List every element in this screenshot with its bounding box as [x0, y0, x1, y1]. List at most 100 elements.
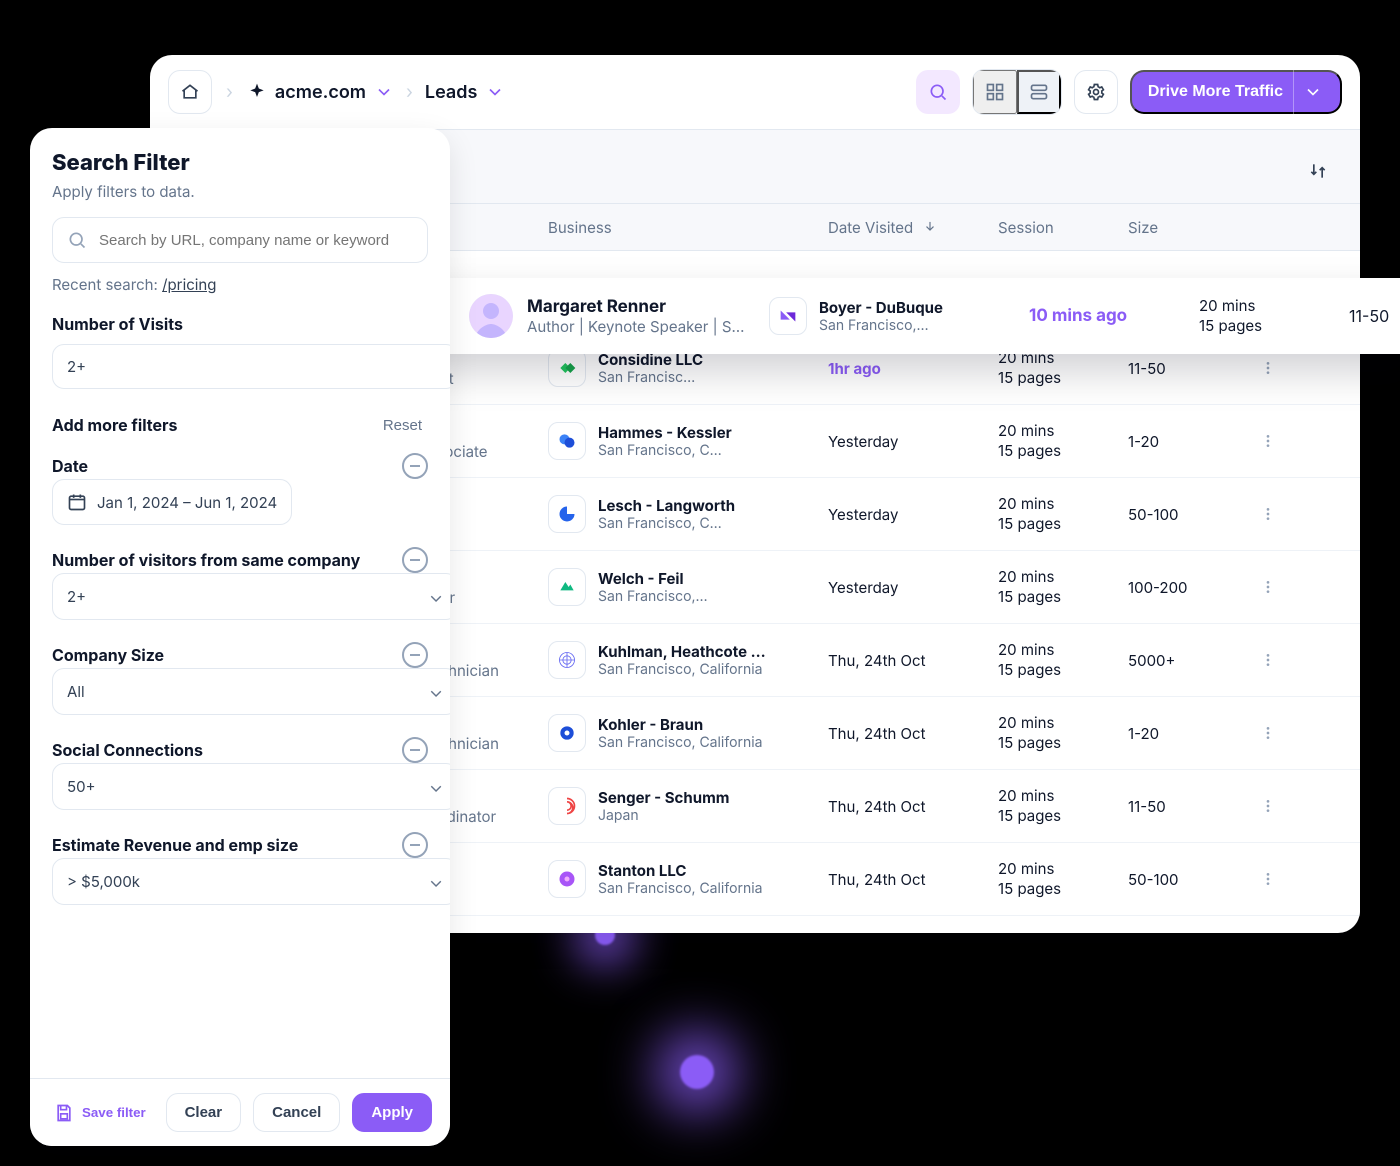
company-logo — [769, 297, 807, 335]
company-location: San Francisco,… — [819, 317, 943, 334]
company-location: San Francisc… — [598, 369, 703, 386]
highlight-row[interactable]: Margaret Renner Author | Keynote Speaker… — [395, 278, 1400, 354]
date-visited: Thu, 24th Oct — [828, 797, 998, 816]
company-size-select[interactable]: All ⌄ — [52, 668, 450, 715]
sort-button[interactable] — [1298, 151, 1338, 191]
col-session[interactable]: Session — [998, 218, 1128, 237]
row-menu-button[interactable] — [1248, 567, 1288, 607]
row-menu-button[interactable] — [1248, 640, 1288, 680]
home-button[interactable] — [168, 70, 212, 114]
chevron-down-icon — [485, 82, 505, 102]
cta-label: Drive More Traffic — [1148, 83, 1283, 101]
date-label: Date — [52, 456, 88, 476]
filter-footer: Save filter Clear Cancel Apply — [30, 1078, 450, 1146]
clear-button[interactable]: Clear — [166, 1093, 242, 1132]
sort-desc-icon — [923, 219, 937, 233]
recent-search-link[interactable]: /pricing — [162, 275, 216, 294]
row-menu-button[interactable] — [1248, 421, 1288, 461]
row-menu-button[interactable] — [1248, 494, 1288, 534]
date-visited: Thu, 24th Oct — [828, 651, 998, 670]
row-menu-button[interactable] — [1248, 786, 1288, 826]
col-date[interactable]: Date Visited — [828, 218, 998, 237]
date-visited: Yesterday — [828, 432, 998, 451]
collapse-icon[interactable] — [402, 832, 428, 858]
collapse-icon[interactable] — [402, 737, 428, 763]
company-logo — [548, 641, 586, 679]
cancel-button[interactable]: Cancel — [253, 1093, 340, 1132]
collapse-icon[interactable] — [402, 453, 428, 479]
company-size-label: Company Size — [52, 645, 164, 665]
session: 20 mins15 pages — [998, 859, 1128, 900]
sparkle-icon — [247, 82, 267, 102]
kebab-icon — [1260, 579, 1276, 595]
filter-search[interactable] — [52, 217, 428, 263]
save-icon — [54, 1103, 74, 1123]
search-button[interactable] — [916, 70, 960, 114]
date-visited: Thu, 24th Oct — [828, 870, 998, 889]
recent-search: Recent search: /pricing — [52, 275, 428, 294]
save-filter-button[interactable]: Save filter — [48, 1102, 152, 1124]
grid-view-button[interactable] — [973, 70, 1017, 114]
calendar-icon — [67, 492, 87, 512]
kebab-icon — [1260, 433, 1276, 449]
company-size: 11-50 — [1128, 359, 1248, 378]
same-company-select[interactable]: 2+ ⌄ — [52, 573, 450, 620]
company-size: 11-50 — [1349, 306, 1400, 326]
drive-traffic-button[interactable]: Drive More Traffic — [1130, 70, 1342, 114]
avatar — [469, 294, 513, 338]
company-name: Boyer - DuBuque — [819, 298, 943, 317]
social-select[interactable]: 50+ ⌄ — [52, 763, 450, 810]
company-size: 50-100 — [1128, 870, 1248, 889]
breadcrumb: acme.com › Leads — [247, 82, 505, 103]
filter-title: Search Filter — [52, 150, 428, 176]
filter-subtitle: Apply filters to data. — [52, 182, 428, 201]
col-business[interactable]: Business — [548, 218, 828, 237]
breadcrumb-page[interactable]: Leads — [425, 82, 505, 103]
session: 20 mins15 pages — [998, 786, 1128, 827]
chevron-right-icon: › — [226, 82, 233, 103]
company-name: Kuhlman, Heathcote an… — [598, 642, 768, 661]
date-visited: Yesterday — [828, 578, 998, 597]
company-size: 50-100 — [1128, 505, 1248, 524]
visits-select[interactable]: 2+ — [52, 344, 450, 389]
kebab-icon — [1260, 871, 1276, 887]
list-icon — [1029, 82, 1049, 102]
row-menu-button[interactable] — [1248, 859, 1288, 899]
session: 20 mins15 pages — [998, 567, 1128, 608]
sort-icon — [1308, 161, 1328, 181]
collapse-icon[interactable] — [402, 642, 428, 668]
chevron-down-icon — [1303, 82, 1323, 102]
chevron-right-icon: › — [406, 82, 413, 103]
kebab-icon — [1260, 652, 1276, 668]
kebab-icon — [1260, 360, 1276, 376]
revenue-select[interactable]: > $5,000k ⌄ — [52, 858, 450, 905]
list-view-button[interactable] — [1017, 70, 1061, 114]
settings-button[interactable] — [1074, 70, 1118, 114]
breadcrumb-site[interactable]: acme.com — [247, 82, 394, 103]
company-location: San Francisco,… — [598, 588, 708, 605]
collapse-icon[interactable] — [402, 547, 428, 573]
date-visited: 10 mins ago — [1029, 306, 1199, 326]
company-size: 1-20 — [1128, 724, 1248, 743]
kebab-icon — [1260, 725, 1276, 741]
row-menu-button[interactable] — [1248, 713, 1288, 753]
company-name: Hammes - Kessler — [598, 423, 732, 442]
company-logo — [548, 568, 586, 606]
grid-icon — [985, 82, 1005, 102]
date-visited: 1hr ago — [828, 359, 998, 378]
col-size[interactable]: Size — [1128, 218, 1248, 237]
reset-filters-button[interactable]: Reset — [377, 416, 428, 435]
visits-label: Number of Visits — [52, 314, 428, 334]
company-location: Japan — [598, 807, 729, 824]
topbar: › acme.com › Leads — [150, 55, 1360, 130]
company-logo — [548, 422, 586, 460]
row-menu-button[interactable] — [1248, 348, 1288, 388]
apply-button[interactable]: Apply — [352, 1093, 432, 1132]
company-size: 5000+ — [1128, 651, 1248, 670]
company-logo — [548, 714, 586, 752]
date-range-input[interactable]: Jan 1, 2024 – Jun 1, 2024 — [52, 479, 292, 525]
session: 20 mins 15 pages — [1199, 296, 1349, 337]
company-name: Welch - Feil — [598, 569, 708, 588]
search-icon — [67, 230, 87, 250]
filter-search-input[interactable] — [97, 231, 413, 250]
